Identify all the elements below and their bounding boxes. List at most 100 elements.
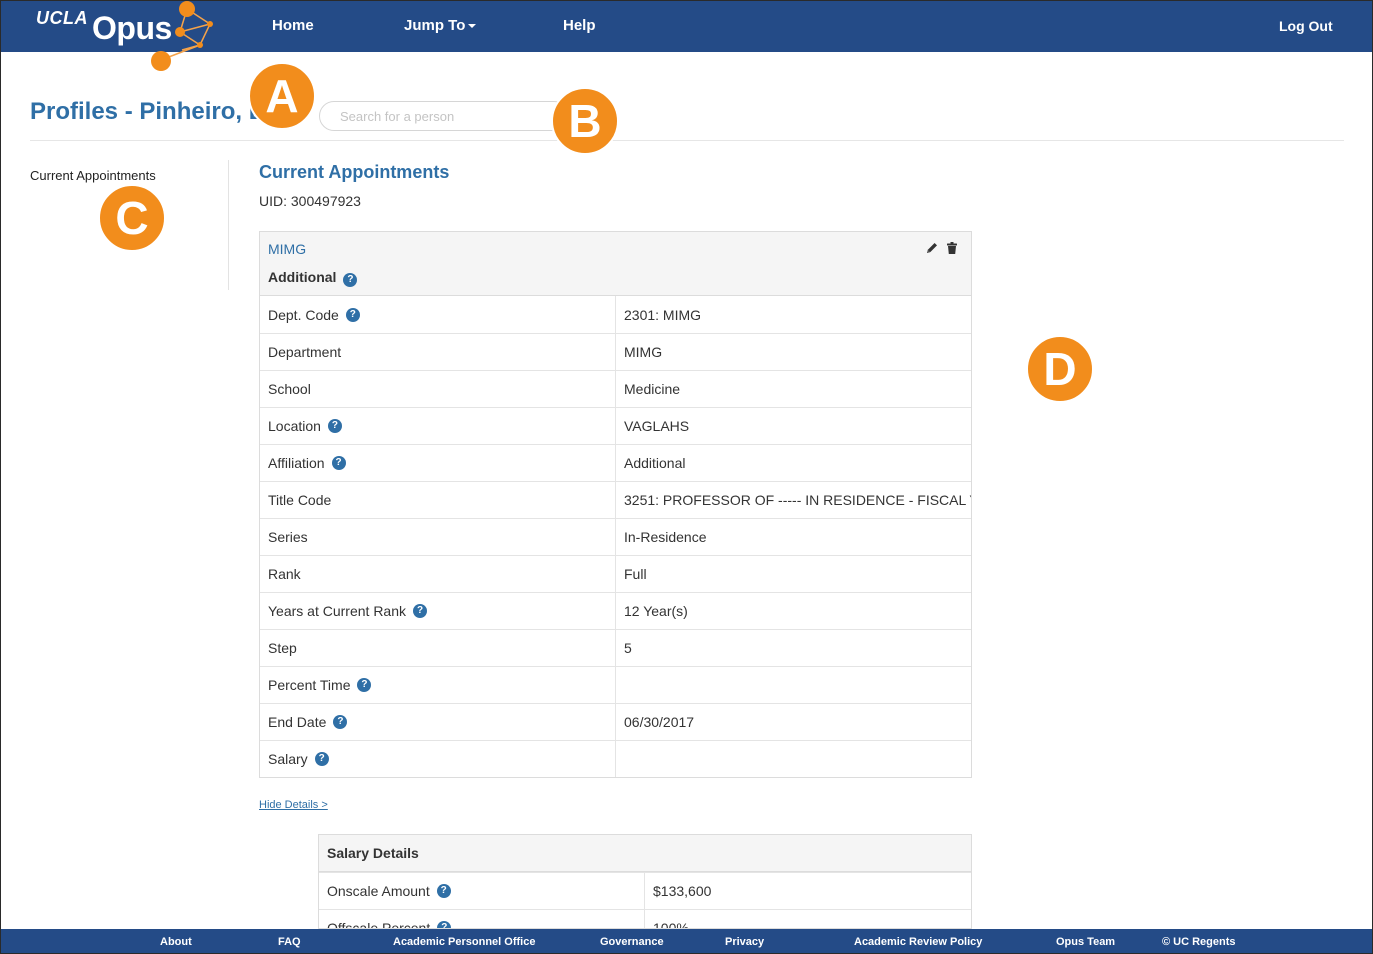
row-label: Department	[268, 344, 342, 360]
table-row: Dept. Code? 2301: MIMG	[260, 296, 971, 333]
ucla-logo-text: UCLA	[36, 8, 88, 28]
row-value: In-Residence	[624, 529, 707, 545]
department-link[interactable]: MIMG	[268, 241, 306, 257]
footer-bar: About FAQ Academic Personnel Office Gove…	[0, 929, 1373, 954]
table-row: Title Code 3251: PROFESSOR OF ----- IN RE…	[260, 481, 971, 518]
row-value: 06/30/2017	[624, 714, 695, 730]
row-label-cell: Step	[260, 630, 616, 666]
appointment-card: MIMG Additional? Dept. Code? 2301: MIMG D…	[259, 231, 972, 778]
opus-logo-mark-icon	[151, 1, 213, 71]
row-label: Location	[268, 418, 321, 434]
appointment-details-table: Dept. Code? 2301: MIMG Department MIMG Sch…	[260, 296, 971, 777]
table-row: End Date? 06/30/2017	[260, 703, 971, 740]
person-search-input[interactable]	[319, 101, 569, 131]
row-label-cell: Department	[260, 334, 616, 370]
page-title: Profiles - Pinheiro, B	[30, 98, 267, 125]
row-label: End Date	[268, 714, 327, 730]
row-value: VAGLAHS	[624, 418, 690, 434]
row-value: $133,600	[653, 883, 712, 899]
annotation-badge-d: D	[1026, 335, 1094, 403]
row-value: Full	[624, 566, 647, 582]
section-title: Current Appointments	[259, 162, 450, 182]
row-label: Percent Time	[268, 677, 351, 693]
nav-jump-to-dropdown[interactable]: Jump To	[404, 17, 477, 34]
help-icon[interactable]: ?	[331, 456, 346, 470]
row-label: Rank	[268, 566, 301, 582]
nav-help-link[interactable]: Help	[563, 17, 596, 34]
annotation-badge-c: C	[98, 184, 166, 252]
pencil-edit-icon[interactable]	[925, 241, 939, 255]
appointment-type: Additional?	[268, 269, 358, 287]
row-label-cell: Affiliation?	[260, 445, 616, 481]
header-divider	[30, 140, 1344, 141]
help-icon[interactable]: ?	[327, 419, 342, 433]
appointment-card-header: MIMG Additional?	[260, 232, 971, 296]
sidebar-divider	[228, 160, 229, 290]
sidebar-item-current-appointments[interactable]: Current Appointments	[30, 168, 156, 183]
table-row: Series In-Residence	[260, 518, 971, 555]
footer-opus-team-link[interactable]: Opus Team	[1056, 936, 1115, 948]
salary-details-title: Salary Details	[319, 835, 971, 872]
row-label-cell: School	[260, 371, 616, 407]
row-label-cell: Salary?	[260, 741, 616, 777]
help-icon[interactable]: ?	[436, 884, 451, 898]
row-value: 12 Year(s)	[624, 603, 688, 619]
annotation-badge-b: B	[551, 87, 619, 155]
row-value	[616, 741, 971, 777]
help-icon[interactable]: ?	[314, 752, 329, 766]
help-icon[interactable]: ?	[357, 678, 372, 692]
row-label-cell: Title Code	[260, 482, 616, 518]
row-label: Dept. Code	[268, 306, 339, 323]
table-row: Location? VAGLAHS	[260, 407, 971, 444]
row-value	[616, 667, 971, 703]
row-label: Affiliation	[268, 455, 325, 471]
row-value: Additional	[624, 455, 686, 471]
appointment-type-label: Additional	[268, 269, 337, 285]
row-label: Title Code	[268, 492, 332, 508]
row-label-cell: Percent Time?	[260, 667, 616, 703]
table-row: Years at Current Rank? 12 Year(s)	[260, 592, 971, 629]
annotation-badge-a: A	[248, 62, 316, 130]
footer-academic-review-policy-link[interactable]: Academic Review Policy	[854, 936, 982, 948]
table-row: School Medicine	[260, 370, 971, 407]
row-value: 3251: PROFESSOR OF ----- IN RESIDENCE - …	[624, 492, 971, 508]
row-label-cell: Location?	[260, 408, 616, 444]
uid-text: UID: 300497923	[259, 193, 361, 209]
row-label: Years at Current Rank	[268, 603, 406, 619]
footer-about-link[interactable]: About	[160, 936, 192, 948]
table-row: Salary?	[260, 740, 971, 777]
footer-governance-link[interactable]: Governance	[600, 936, 664, 948]
row-value: 100%	[653, 920, 689, 929]
hide-details-link[interactable]: Hide Details >	[259, 799, 328, 811]
row-label-cell: Offscale Percent?	[319, 910, 645, 929]
card-actions	[925, 241, 959, 255]
row-value: 2301: MIMG	[624, 306, 702, 323]
help-icon[interactable]: ?	[343, 273, 358, 287]
row-label-cell: Years at Current Rank?	[260, 593, 616, 629]
help-icon[interactable]: ?	[437, 921, 452, 928]
table-row: Rank Full	[260, 555, 971, 592]
table-row: Affiliation? Additional	[260, 444, 971, 481]
row-label-cell: Rank	[260, 556, 616, 592]
row-value: MIMG	[624, 344, 663, 360]
row-label: Offscale Percent	[327, 920, 431, 929]
table-row: Department MIMG	[260, 333, 971, 370]
table-row: Onscale Amount? $133,600	[319, 872, 971, 909]
footer-apo-link[interactable]: Academic Personnel Office	[393, 936, 535, 948]
help-icon[interactable]: ?	[333, 715, 348, 729]
footer-privacy-link[interactable]: Privacy	[725, 936, 764, 948]
footer-uc-regents-link[interactable]: © UC Regents	[1162, 936, 1236, 948]
row-label: School	[268, 381, 311, 397]
footer-faq-link[interactable]: FAQ	[278, 936, 301, 948]
row-value: Medicine	[624, 381, 681, 397]
row-label: Onscale Amount	[327, 883, 430, 899]
row-label-cell: End Date?	[260, 704, 616, 740]
trash-delete-icon[interactable]	[945, 241, 959, 255]
help-icon[interactable]: ?	[413, 604, 427, 618]
table-row: Percent Time?	[260, 666, 971, 703]
help-icon[interactable]: ?	[345, 307, 360, 322]
row-label: Salary	[268, 751, 308, 767]
log-out-link[interactable]: Log Out	[1279, 18, 1333, 34]
nav-home-link[interactable]: Home	[272, 17, 314, 34]
row-value: 5	[624, 640, 632, 656]
